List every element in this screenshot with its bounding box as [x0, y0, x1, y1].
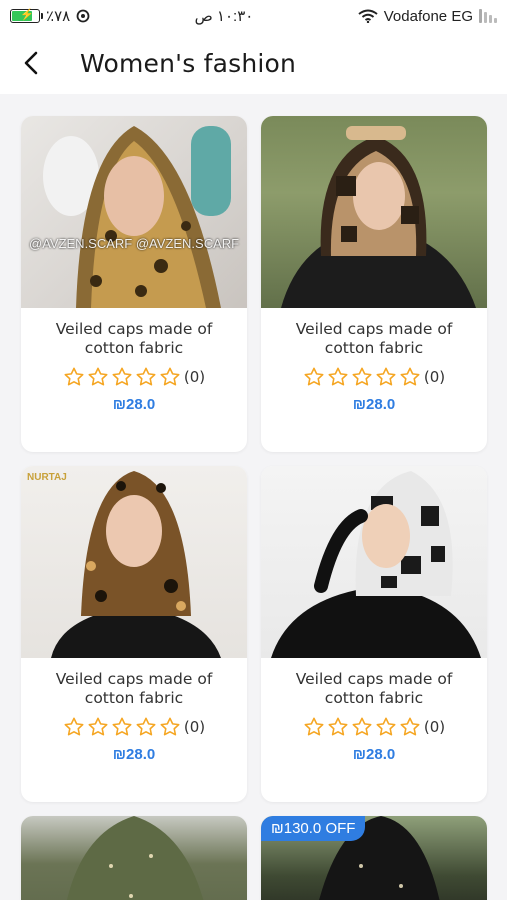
star-outline-icon [136, 717, 156, 736]
star-outline-icon [136, 367, 156, 386]
product-image: ₪130.0 OFF [261, 816, 487, 900]
product-rating: (0) [269, 716, 479, 738]
product-rating: (0) [29, 366, 239, 388]
star-outline-icon [112, 367, 132, 386]
chevron-left-icon [24, 51, 38, 75]
signal-icon [479, 9, 497, 23]
star-outline-icon [400, 717, 420, 736]
product-title: Veiled caps made of cotton fabric [295, 320, 453, 357]
product-title: Veiled caps made of cotton fabric [55, 320, 213, 357]
star-outline-icon [112, 717, 132, 736]
star-outline-icon [64, 717, 84, 736]
rating-count: (0) [423, 368, 446, 386]
product-title: Veiled caps made of cotton fabric [55, 670, 213, 707]
wifi-icon [358, 9, 378, 23]
product-title: Veiled caps made of cotton fabric [295, 670, 453, 707]
product-price: ₪28.0 [112, 396, 156, 413]
product-card[interactable] [21, 816, 247, 900]
product-card[interactable]: ₪130.0 OFF [261, 816, 487, 900]
star-outline-icon [160, 717, 180, 736]
star-outline-icon [160, 367, 180, 386]
status-bar-right: Vodafone EG [358, 8, 497, 25]
star-outline-icon [352, 717, 372, 736]
back-button[interactable] [6, 38, 56, 88]
product-image [261, 116, 487, 308]
product-card[interactable]: NURTAJ Veiled caps made of cotton fabric… [21, 466, 247, 802]
star-outline-icon [352, 367, 372, 386]
star-outline-icon [328, 717, 348, 736]
product-price: ₪28.0 [112, 746, 156, 763]
product-card[interactable]: @AVZEN.SCARF @AVZEN.SCARF Veiled caps ma… [21, 116, 247, 452]
status-bar-left: ⚡ ٪٧٨ [10, 7, 90, 25]
product-card[interactable]: Veiled caps made of cotton fabric (0) ₪2… [261, 466, 487, 802]
app-header: Women's fashion [0, 32, 507, 94]
star-outline-icon [304, 717, 324, 736]
star-outline-icon [376, 367, 396, 386]
image-watermark: NURTAJ [27, 472, 67, 483]
discount-badge: ₪130.0 OFF [261, 816, 366, 841]
star-outline-icon [376, 717, 396, 736]
product-image: @AVZEN.SCARF @AVZEN.SCARF [21, 116, 247, 308]
star-outline-icon [400, 367, 420, 386]
rating-count: (0) [183, 368, 206, 386]
product-card[interactable]: Veiled caps made of cotton fabric (0) ₪2… [261, 116, 487, 452]
image-watermark: @AVZEN.SCARF @AVZEN.SCARF [29, 236, 240, 251]
star-outline-icon [88, 717, 108, 736]
product-image [261, 466, 487, 658]
battery-icon: ⚡ [10, 9, 43, 23]
status-bar: ⚡ ٪٧٨ ١٠:٣٠ ص Vodafone EG [0, 0, 507, 32]
rating-count: (0) [183, 718, 206, 736]
data-saver-icon [76, 9, 90, 23]
star-outline-icon [304, 367, 324, 386]
product-image [21, 816, 247, 900]
product-price: ₪28.0 [352, 396, 396, 413]
product-rating: (0) [29, 716, 239, 738]
star-outline-icon [88, 367, 108, 386]
product-image: NURTAJ [21, 466, 247, 658]
product-price: ₪28.0 [352, 746, 396, 763]
battery-percent: ٪٧٨ [46, 8, 71, 25]
star-outline-icon [64, 367, 84, 386]
carrier-name: Vodafone EG [383, 7, 473, 25]
product-rating: (0) [269, 366, 479, 388]
status-time: ١٠:٣٠ ص [194, 8, 254, 25]
rating-count: (0) [423, 718, 446, 736]
star-outline-icon [328, 367, 348, 386]
page-title: Women's fashion [80, 48, 297, 78]
